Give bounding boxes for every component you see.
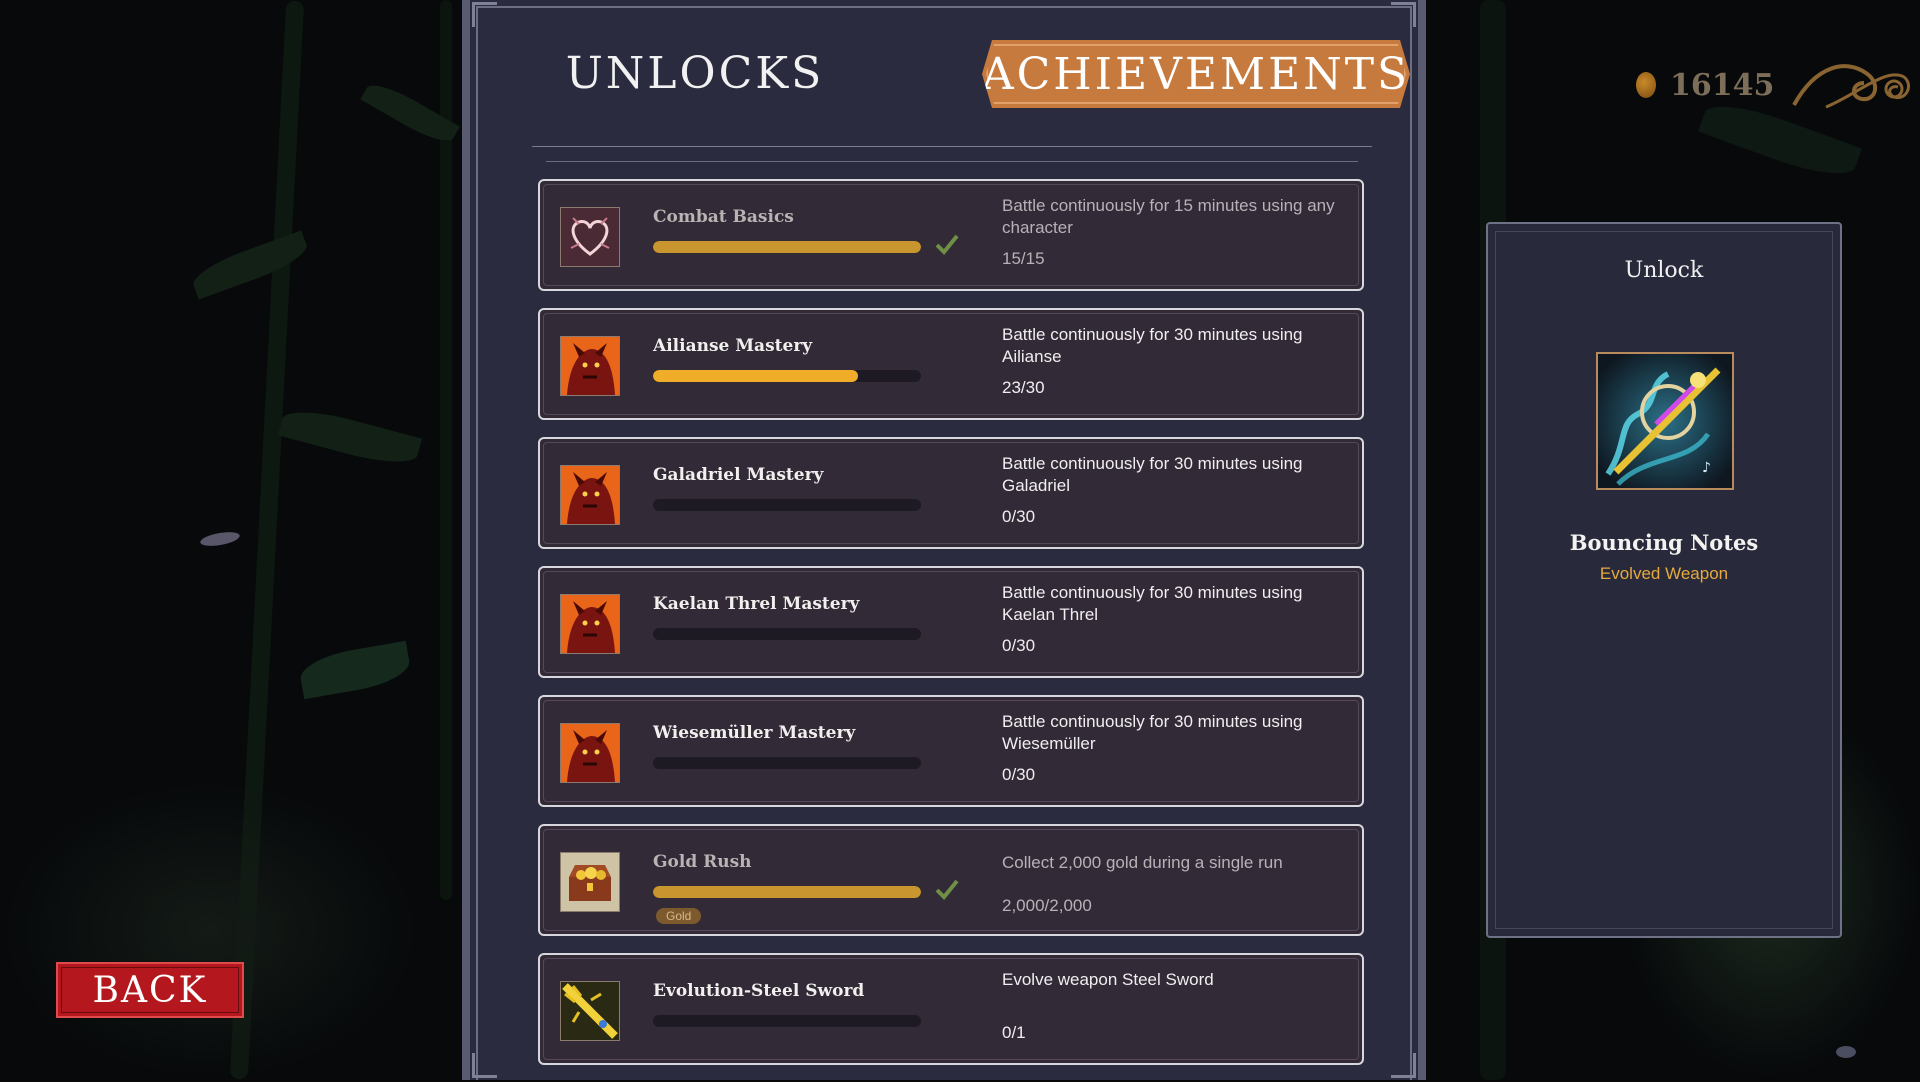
corner-ornament bbox=[472, 1053, 497, 1078]
achievement-description: Collect 2,000 gold during a single run bbox=[1002, 853, 1283, 872]
demon-portrait-icon bbox=[560, 723, 620, 783]
progress-bar bbox=[653, 499, 921, 511]
corner-ornament bbox=[472, 2, 497, 27]
achievement-progress-text: 2,000/2,000 bbox=[1002, 896, 1092, 915]
unlock-item-type: Evolved Weapon bbox=[1599, 564, 1729, 583]
swirl-ornament-icon bbox=[1792, 64, 1911, 109]
achievement-description: Battle continuously for 30 minutes using… bbox=[1002, 454, 1303, 495]
achievement-title: Ailianse Mastery bbox=[653, 336, 813, 356]
achievement-title: Galadriel Mastery bbox=[653, 465, 824, 485]
demon-portrait-icon bbox=[560, 594, 620, 654]
achievement-description: Battle continuously for 30 minutes using… bbox=[1002, 583, 1303, 624]
achievement-title: Wiesemüller Mastery bbox=[653, 723, 856, 743]
back-button[interactable]: BACK bbox=[56, 962, 244, 1018]
progress-bar bbox=[653, 1015, 921, 1027]
progress-bar bbox=[653, 757, 921, 769]
achievement-title: Kaelan Threl Mastery bbox=[653, 594, 860, 614]
achievement-list: Combat Basics Battle continuously for 15 … bbox=[538, 179, 1364, 1082]
achievement-title: Gold Rush bbox=[653, 852, 752, 872]
achievement-card[interactable]: Ailianse Mastery Battle continuously for … bbox=[538, 308, 1364, 420]
back-button-label: BACK bbox=[92, 969, 208, 1011]
progress-bar-fill bbox=[653, 241, 921, 253]
unlock-item-name: Bouncing Notes bbox=[1569, 530, 1759, 555]
treasure-chest-icon bbox=[560, 852, 620, 912]
progress-bar bbox=[653, 241, 921, 253]
svg-text:♪: ♪ bbox=[1702, 460, 1711, 476]
check-icon bbox=[935, 879, 959, 900]
corner-ornament bbox=[1391, 1053, 1416, 1078]
achievement-card[interactable]: Evolution-Steel Sword Evolve weapon Steel… bbox=[538, 953, 1364, 1065]
golden-sword-icon bbox=[560, 981, 620, 1041]
achievement-progress-text: 23/30 bbox=[1002, 378, 1045, 397]
achievement-card[interactable]: Wiesemüller Mastery Battle continuously f… bbox=[538, 695, 1364, 807]
achievement-description: Battle continuously for 15 minutes using… bbox=[1002, 196, 1335, 237]
tab-achievements[interactable]: ACHIEVEMENTS bbox=[982, 40, 1410, 108]
tab-unlocks[interactable]: UNLOCKS bbox=[566, 40, 822, 106]
achievement-description: Evolve weapon Steel Sword bbox=[1002, 970, 1214, 989]
achievement-progress-text: 0/30 bbox=[1002, 507, 1036, 526]
unlock-panel-title: Unlock bbox=[1624, 258, 1704, 283]
bouncing-notes-weapon-icon: ♪ bbox=[1596, 352, 1734, 490]
achievement-description: Battle continuously for 30 minutes using… bbox=[1002, 712, 1303, 753]
achievement-progress-text: 0/30 bbox=[1002, 765, 1036, 784]
check-icon bbox=[935, 234, 959, 255]
progress-bar-fill bbox=[653, 370, 859, 382]
achievement-progress-text: 0/1 bbox=[1002, 1023, 1026, 1042]
achievement-description: Battle continuously for 30 minutes using… bbox=[1002, 325, 1303, 366]
unlock-info-panel: Unlock ♪ Bouncing Notes Evolved Weapon bbox=[1486, 222, 1842, 938]
progress-bar bbox=[653, 628, 921, 640]
tab-achievements-label: ACHIEVEMENTS bbox=[981, 48, 1411, 100]
corner-ornament bbox=[1391, 2, 1416, 27]
progress-bar bbox=[653, 370, 921, 382]
progress-bar-fill bbox=[653, 886, 921, 898]
achievement-card[interactable]: Combat Basics Battle continuously for 15 … bbox=[538, 179, 1364, 291]
achievement-progress-text: 0/30 bbox=[1002, 636, 1036, 655]
achievement-title: Combat Basics bbox=[653, 207, 794, 227]
achievement-card[interactable]: Gold Rush Gold Collect 2,000 gold during a… bbox=[538, 824, 1364, 936]
achievement-title: Evolution-Steel Sword bbox=[653, 981, 865, 1001]
demon-portrait-icon bbox=[560, 465, 620, 525]
gold-currency: 16145 bbox=[1636, 62, 1916, 109]
heart-icon bbox=[560, 207, 620, 267]
gold-coin-icon bbox=[1636, 72, 1656, 98]
progress-bar bbox=[653, 886, 921, 898]
achievements-panel: UNLOCKS ACHIEVEMENTS Combat Basics Battle… bbox=[462, 0, 1426, 1080]
demon-portrait-icon bbox=[560, 336, 620, 396]
achievement-card[interactable]: Galadriel Mastery Battle continuously for… bbox=[538, 437, 1364, 549]
achievement-tag: Gold bbox=[656, 908, 702, 924]
gold-amount: 16145 bbox=[1670, 67, 1775, 103]
achievement-progress-text: 15/15 bbox=[1002, 249, 1045, 268]
divider bbox=[532, 146, 1372, 147]
achievement-card[interactable]: Kaelan Threl Mastery Battle continuously … bbox=[538, 566, 1364, 678]
divider bbox=[546, 161, 1358, 162]
